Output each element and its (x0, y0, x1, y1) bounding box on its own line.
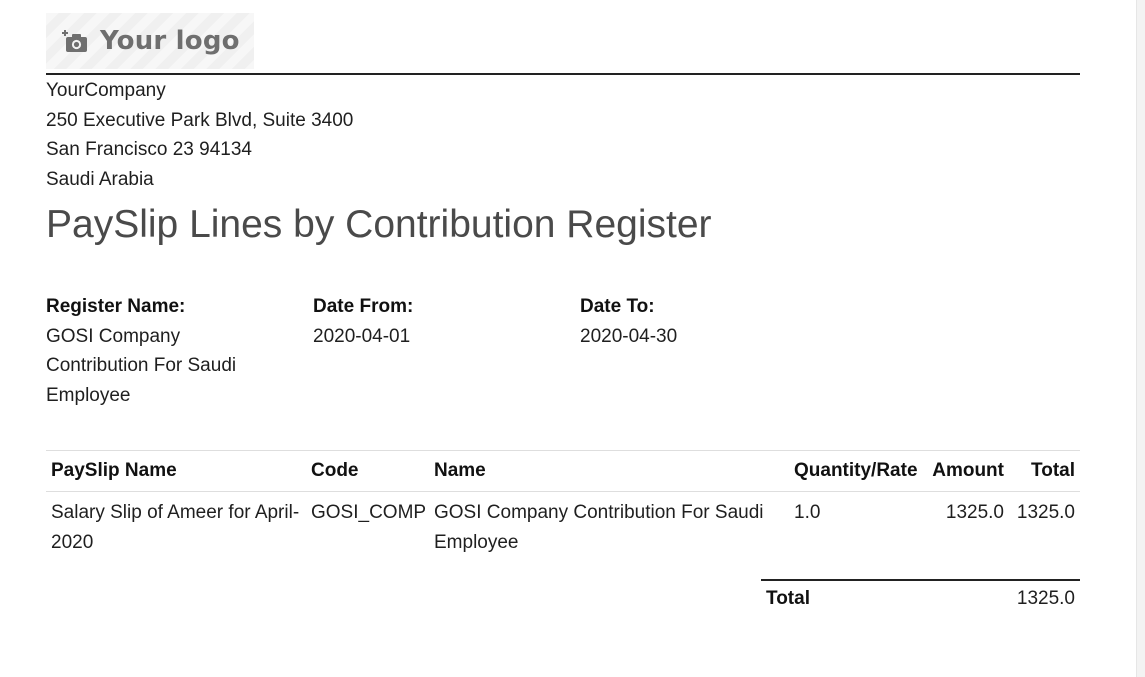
column-header-amount: Amount (927, 450, 1009, 492)
date-from-value: 2020-04-01 (313, 325, 411, 347)
total-value: 1325.0 (1016, 588, 1075, 609)
report-title: PaySlip Lines by Contribution Register (46, 203, 712, 246)
date-from-label: Date From: (313, 296, 414, 317)
cell-quantity-rate: 1.0 (794, 502, 821, 523)
scrollbar[interactable] (1136, 0, 1145, 677)
header-divider (46, 73, 1080, 75)
table-header-row: PaySlip Name Code Name Quantity/Rate Amo… (46, 450, 1080, 492)
company-logo: Your logo (46, 13, 254, 69)
register-info: Register Name: GOSI Company Contribution… (46, 292, 286, 411)
company-street: 250 Executive Park Blvd, Suite 3400 (46, 109, 354, 131)
register-name-label: Register Name: (46, 296, 186, 317)
cell-code: GOSI_COMP (311, 502, 427, 523)
total-divider (761, 579, 1080, 581)
company-city: San Francisco 23 94134 (46, 139, 252, 161)
logo-text: Your logo (100, 26, 240, 56)
column-header-quantity-rate: Quantity/Rate (789, 450, 927, 492)
column-header-name: Name (429, 450, 789, 492)
company-name: YourCompany (46, 80, 166, 101)
column-header-total: Total (1009, 450, 1080, 492)
cell-name: GOSI Company Contribution For Saudi Empl… (434, 502, 764, 553)
report-page: Your logo YourCompany 250 Executive Park… (0, 0, 1145, 677)
cell-total: 1325.0 (1016, 502, 1075, 523)
cell-payslip-name: Salary Slip of Ameer for April-2020 (51, 502, 300, 553)
column-header-payslip-name: PaySlip Name (46, 450, 306, 492)
date-to-value: 2020-04-30 (580, 325, 678, 347)
camera-add-icon (62, 28, 88, 54)
column-header-code: Code (306, 450, 429, 492)
company-address: YourCompany 250 Executive Park Blvd, Sui… (46, 76, 353, 195)
date-to-label: Date To: (580, 296, 655, 317)
table-row: Salary Slip of Ameer for April-2020 GOSI… (46, 492, 1080, 559)
date-to-info: Date To: 2020-04-30 (580, 292, 820, 351)
total-label: Total (766, 588, 810, 609)
company-country: Saudi Arabia (46, 169, 154, 191)
register-name-value: GOSI Company Contribution For Saudi Empl… (46, 325, 237, 407)
payslip-lines-table: PaySlip Name Code Name Quantity/Rate Amo… (46, 450, 1080, 558)
cell-amount: 1325.0 (945, 502, 1004, 523)
date-from-info: Date From: 2020-04-01 (313, 292, 553, 351)
